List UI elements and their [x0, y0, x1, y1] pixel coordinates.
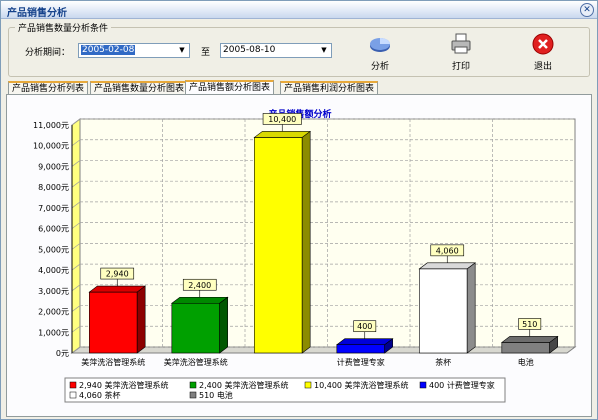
analyze-button[interactable]: 分析	[360, 32, 400, 76]
criteria-legend: 产品销售数量分析条件	[15, 21, 112, 34]
legend-swatch	[69, 381, 77, 389]
bar-top	[418, 262, 477, 270]
criteria-group: 产品销售数量分析条件 分析期间： 2005-02-08 ▼ 至 2005-08-…	[8, 21, 590, 77]
legend-entry: 510 电池	[199, 390, 233, 400]
y-tick-label: 0元	[56, 349, 69, 358]
tab-amount-chart[interactable]: 产品销售额分析图表	[185, 80, 275, 94]
exit-button[interactable]: 退出	[523, 32, 563, 76]
end-date-select[interactable]: 2005-08-10 ▼	[220, 43, 332, 58]
bar-side	[466, 262, 476, 354]
bar-top	[253, 131, 312, 138]
bar-top	[500, 336, 559, 343]
legend-entry: 400 计费管理专家	[429, 380, 495, 390]
chevron-down-icon[interactable]: ▼	[317, 44, 331, 57]
chart-panel: 产品销售额分析0元1,000元2,000元3,000元4,000元5,000元6…	[6, 94, 592, 417]
x-tick-label: 计费管理专家	[337, 357, 385, 367]
x-tick-label: 茶杯	[435, 357, 451, 367]
bar-top	[88, 285, 147, 293]
y-tick-label: 9,000元	[38, 162, 69, 171]
tab-sales-list[interactable]: 产品销售分析列表	[8, 81, 89, 94]
y-tick-label: 11,000元	[33, 121, 69, 130]
y-tick-label: 2,000元	[38, 308, 69, 317]
data-label: 2,400	[188, 281, 211, 290]
y-tick-label: 3,000元	[38, 287, 69, 296]
legend-swatch	[189, 381, 197, 389]
exit-icon	[532, 33, 554, 55]
data-label: 10,400	[268, 115, 296, 124]
bar-top	[170, 296, 229, 304]
data-label: 510	[522, 320, 537, 329]
data-label: 4,060	[436, 246, 459, 255]
bar	[336, 344, 385, 354]
tab-quantity-chart[interactable]: 产品销售数量分析图表	[90, 81, 189, 94]
start-date-value: 2005-02-08	[81, 45, 136, 55]
legend-entry: 4,060 茶杯	[79, 390, 120, 400]
chevron-down-icon[interactable]: ▼	[175, 44, 189, 57]
x-tick-label: 美萍洗浴管理系统	[81, 357, 145, 367]
y-tick-label: 6,000元	[38, 225, 69, 234]
chart-left-wall	[71, 118, 81, 354]
bar	[254, 137, 303, 354]
main-window: 产品销售分析 ✕ 产品销售数量分析条件 分析期间： 2005-02-08 ▼ 至…	[0, 0, 598, 420]
y-tick-label: 1,000元	[38, 328, 69, 337]
bar	[89, 291, 138, 354]
y-tick-label: 4,000元	[38, 266, 69, 275]
printer-icon	[451, 33, 471, 54]
legend-swatch	[304, 381, 312, 389]
tab-profit-chart[interactable]: 产品销售利润分析图表	[280, 81, 379, 94]
close-icon[interactable]: ✕	[580, 3, 594, 17]
bar-side	[301, 130, 311, 354]
pie-chart-icon	[370, 38, 390, 52]
print-button[interactable]: 打印	[441, 32, 481, 76]
chart-back-wall	[79, 118, 576, 348]
bar-side	[136, 285, 146, 354]
exit-label: 退出	[533, 62, 552, 72]
print-label: 打印	[451, 62, 470, 72]
analyze-label: 分析	[370, 62, 389, 72]
bar-side	[219, 296, 228, 354]
data-label: 400	[357, 322, 372, 331]
legend-swatch	[419, 381, 427, 389]
legend-entry: 2,400 美萍洗浴管理系统	[199, 380, 288, 390]
bar	[171, 302, 220, 354]
chart-floor	[70, 346, 577, 354]
window-title: 产品销售分析	[7, 8, 67, 19]
bar	[419, 268, 468, 354]
to-label: 至	[201, 48, 211, 58]
legend-swatch	[69, 391, 77, 399]
end-date-value: 2005-08-10	[223, 45, 276, 55]
data-label: 2,940	[106, 270, 129, 279]
y-tick-label: 5,000元	[38, 245, 69, 254]
y-tick-label: 7,000元	[38, 204, 69, 213]
x-tick-label: 电池	[518, 357, 534, 367]
y-tick-label: 10,000元	[33, 142, 69, 151]
y-tick-label: 8,000元	[38, 183, 69, 192]
period-label: 分析期间：	[25, 48, 71, 58]
legend-entry: 10,400 美萍洗浴管理系统	[314, 380, 409, 390]
legend-entry: 2,940 美萍洗浴管理系统	[79, 380, 168, 390]
bar	[501, 342, 550, 354]
x-tick-label: 美萍洗浴管理系统	[164, 357, 228, 367]
start-date-select[interactable]: 2005-02-08 ▼	[78, 43, 190, 58]
title-bar[interactable]: 产品销售分析 ✕	[1, 1, 597, 19]
sales-amount-chart: 产品销售额分析0元1,000元2,000元3,000元4,000元5,000元6…	[33, 108, 577, 403]
bar-top	[335, 338, 394, 346]
legend-swatch	[189, 391, 197, 399]
